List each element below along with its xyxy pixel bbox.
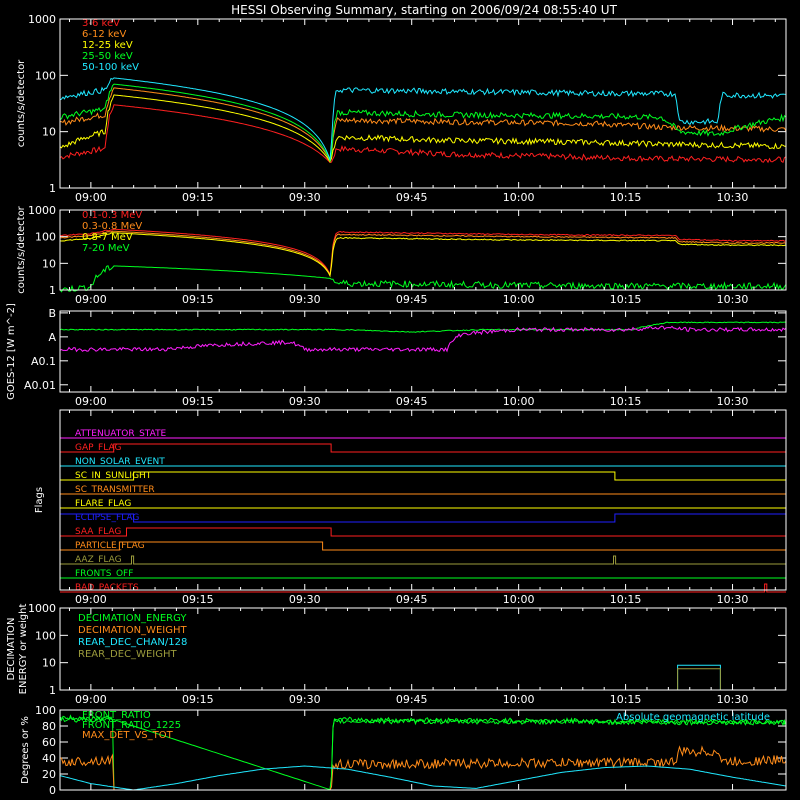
y-tick-label: 1000 [28, 602, 56, 615]
x-tick-label: 09:45 [396, 293, 428, 306]
x-tick-label: 09:45 [396, 191, 428, 204]
y-axis-label: Flags [34, 487, 45, 513]
x-tick-label: 09:45 [396, 593, 428, 606]
legend-entry: 50-100 keV [82, 62, 139, 73]
x-tick-label: 09:00 [75, 191, 107, 204]
y-tick-label: 100 [35, 69, 56, 82]
x-tick-label: 09:30 [289, 593, 321, 606]
x-tick-label: 10:15 [610, 293, 642, 306]
x-tick-label: 10:00 [503, 293, 535, 306]
x-tick-label: 09:15 [182, 191, 214, 204]
x-tick-label: 09:15 [182, 293, 214, 306]
x-tick-label: 09:15 [182, 395, 214, 408]
y-tick-label: 1 [49, 684, 56, 697]
legend-entry: 25-50 keV [82, 51, 133, 62]
legend-entry: REAR_DEC_WEIGHT [78, 649, 177, 660]
x-tick-label: 10:00 [503, 191, 535, 204]
y-tick-label: B [48, 307, 56, 320]
flag-label: ATTENUATOR_STATE [75, 429, 167, 439]
y-tick-label: 10 [42, 657, 56, 670]
hessi-summary-plot: HESSI Observing Summary, starting on 200… [0, 0, 800, 800]
y-axis-label: DECIMATION [6, 617, 17, 680]
x-tick-label: 10:30 [717, 293, 749, 306]
x-tick-label: 10:15 [610, 593, 642, 606]
legend-entry: 7-20 MeV [82, 243, 130, 254]
legend-entry: DECIMATION_WEIGHT [78, 625, 187, 636]
x-tick-label: 10:30 [717, 593, 749, 606]
legend-entry: REAR_DEC_CHAN/128 [78, 637, 187, 648]
x-tick-label: 09:30 [289, 395, 321, 408]
x-tick-label: 09:00 [75, 395, 107, 408]
legend-entry: MAX_DET_VS_TOT [82, 730, 174, 741]
x-tick-label: 10:15 [610, 395, 642, 408]
x-tick-label: 09:45 [396, 395, 428, 408]
flag-label: AAZ_FLAG [75, 555, 122, 565]
x-tick-label: 10:30 [717, 693, 749, 706]
y-tick-label: 1000 [28, 13, 56, 26]
flag-label: NON_SOLAR_EVENT [75, 457, 165, 467]
x-tick-label: 09:00 [75, 293, 107, 306]
annotation: Absolute geomagnetic latitude [616, 712, 770, 723]
x-tick-label: 09:30 [289, 191, 321, 204]
flag-label: ECLIPSE_FLAG [75, 513, 139, 523]
legend-entry: 0.8-7 MeV [82, 232, 133, 243]
flag-label: BAD_PACKETS [75, 583, 139, 593]
y-axis-label: GOES-12 [W m^-2] [6, 303, 17, 400]
y-axis-label: ENERGY or weight [18, 604, 29, 695]
flag-label: FLARE_FLAG [75, 499, 131, 509]
x-tick-label: 10:30 [717, 191, 749, 204]
chart-title: HESSI Observing Summary, starting on 200… [231, 3, 617, 17]
x-tick-label: 09:15 [182, 593, 214, 606]
y-tick-label: 100 [35, 231, 56, 244]
legend-entry: DECIMATION_ENERGY [78, 613, 187, 624]
y-axis-label: Degrees or % [20, 716, 31, 784]
flag-label: SAA_FLAG [75, 527, 121, 537]
x-tick-label: 09:30 [289, 693, 321, 706]
y-tick-label: 10 [42, 126, 56, 139]
x-tick-label: 10:00 [503, 593, 535, 606]
y-tick-label: A [48, 331, 56, 344]
legend-entry: 0.3-0.8 MeV [82, 221, 142, 232]
x-tick-label: 09:00 [75, 693, 107, 706]
y-tick-label: 1000 [28, 204, 56, 217]
y-tick-label: 20 [42, 768, 56, 781]
x-tick-label: 09:00 [75, 593, 107, 606]
x-tick-label: 09:30 [289, 293, 321, 306]
x-tick-label: 10:00 [503, 693, 535, 706]
y-tick-label: 1 [49, 182, 56, 195]
x-tick-label: 10:15 [610, 693, 642, 706]
y-tick-label: 100 [35, 704, 56, 717]
x-tick-label: 09:15 [182, 693, 214, 706]
flag-label: SC_IN_SUNLIGHT [75, 471, 152, 481]
y-tick-label: 60 [42, 736, 56, 749]
legend-entry: 12-25 keV [82, 40, 133, 51]
flag-label: FRONTS_OFF [75, 569, 133, 579]
y-tick-label: 10 [42, 257, 56, 270]
y-tick-label: A0.01 [24, 379, 56, 392]
flag-label: SC_TRANSMITTER [75, 485, 155, 495]
x-tick-label: 10:00 [503, 395, 535, 408]
x-tick-label: 09:45 [396, 693, 428, 706]
y-tick-label: 80 [42, 720, 56, 733]
y-tick-label: 1 [49, 284, 56, 297]
flag-label: GAP_FLAG [75, 443, 121, 453]
legend-entry: 6-12 keV [82, 29, 126, 40]
y-tick-label: 40 [42, 752, 56, 765]
x-tick-label: 10:30 [717, 395, 749, 408]
x-tick-label: 10:15 [610, 191, 642, 204]
y-axis-label: counts/s/detector [16, 59, 27, 147]
flag-label: PARTICLE_FLAG [75, 541, 145, 551]
legend-entry: 3-6 keV [82, 18, 120, 29]
y-tick-label: 0 [49, 784, 56, 797]
y-tick-label: 100 [35, 629, 56, 642]
y-axis-label: counts/s/detector [16, 205, 27, 293]
y-tick-label: A0.1 [31, 355, 56, 368]
